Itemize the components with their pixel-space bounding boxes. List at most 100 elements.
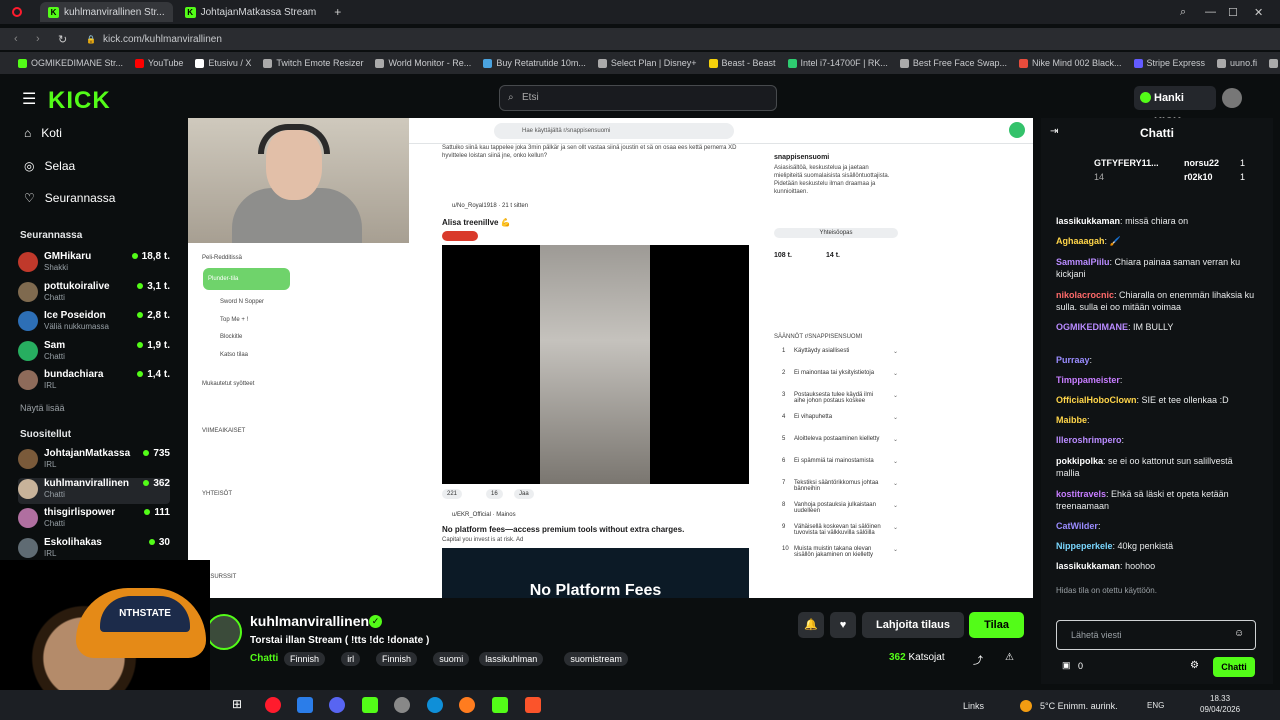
post1-author[interactable]: u/No_Royal1918 · 21 t sitten <box>452 203 528 209</box>
post1-votes[interactable]: 221 <box>442 489 463 499</box>
stream-tag[interactable]: Finnish <box>376 652 418 666</box>
chat-message[interactable]: kostitravels: Ehkä sä läski et opeta ket… <box>1056 488 1256 512</box>
reddit-nav-item[interactable]: Blockitle <box>220 334 242 340</box>
language-indicator[interactable]: ENG <box>1147 701 1164 710</box>
collapse-chat-icon[interactable]: ⇥ <box>1050 126 1058 137</box>
rule-item[interactable]: 10 Muista muistin takana olevan sisällön … <box>774 546 898 566</box>
avatar[interactable] <box>1222 88 1242 108</box>
chat-message[interactable]: nikolacrocnic: Chiaralla on enemmän liha… <box>1056 289 1256 313</box>
bookmark-item[interactable]: YouTube <box>135 58 183 68</box>
stream-tag[interactable]: lassikuhlman <box>479 652 544 666</box>
bookmark-item[interactable]: Best Free Face Swap... <box>899 58 1007 68</box>
clock[interactable]: 18.33 09/04/2026 <box>1200 693 1240 715</box>
stream-tag[interactable]: suomistream <box>564 652 628 666</box>
chat-message[interactable]: CatWilder: <box>1056 520 1256 532</box>
bookmark-item[interactable]: Etusivu / X <box>195 58 251 68</box>
chat-username[interactable]: SammalPiilu <box>1056 257 1110 267</box>
show-more-link[interactable]: Näytä lisää <box>20 403 65 413</box>
chat-settings-icon[interactable]: ⚙ <box>1190 660 1199 671</box>
bookmark-item[interactable]: Stripe Express <box>1133 58 1205 68</box>
chat-message[interactable]: Purraay: <box>1056 354 1256 366</box>
channel-item[interactable]: Sam Chatti 1,9 t. <box>18 340 170 366</box>
chat-message[interactable]: Timppameister: <box>1056 374 1256 386</box>
app-taskbar-icon[interactable] <box>492 697 508 713</box>
chat-username[interactable]: Maibbe <box>1056 415 1087 425</box>
opera-taskbar-icon[interactable] <box>265 697 281 713</box>
chat-username[interactable]: Purraay <box>1056 355 1090 365</box>
rule-item[interactable]: 8 Vanhoja postauksia julkaistaan uudellee… <box>774 502 898 522</box>
channel-item[interactable]: JohtajanMatkassa IRL 735 <box>18 448 170 474</box>
rule-item[interactable]: 6 Ei spämmiä tai mainostamista ⌄ <box>774 458 898 478</box>
video-player[interactable]: Hae käyttäjältä r/snappisensuomi Plunder… <box>188 118 1033 598</box>
firefox-icon[interactable] <box>459 697 475 713</box>
menu-icon[interactable]: ☰ <box>22 89 36 109</box>
links-label[interactable]: Links <box>963 701 984 711</box>
close-icon[interactable]: ✕ <box>1254 6 1263 19</box>
post1-title[interactable]: Alisa treenillve 💪 <box>442 218 511 227</box>
nav-browse[interactable]: ◎ Selaa <box>24 159 75 173</box>
post2-title[interactable]: No platform fees—access premium tools wi… <box>442 525 684 534</box>
bookmark-item[interactable]: Nike Mind 002 Black... <box>1018 58 1122 68</box>
url-input[interactable]: kick.com/kuhlmanvirallinen <box>103 34 222 45</box>
subscribe-button[interactable]: Tilaa <box>969 612 1024 638</box>
stream-tag[interactable]: Finnish <box>284 652 326 666</box>
bookmark-item[interactable]: Select Plan | Disney+ <box>597 58 697 68</box>
chat-username[interactable]: kostitravels <box>1056 489 1106 499</box>
post2-author[interactable]: u/EKR_Official · Mainos <box>452 512 516 518</box>
bookmark-item[interactable]: Beast - Beast <box>708 58 776 68</box>
follow-heart-icon[interactable]: ♥ <box>830 612 856 638</box>
reload-icon[interactable]: ↻ <box>58 33 67 46</box>
channel-item[interactable]: kuhlmanvirallinen Chatti 362 <box>18 477 170 504</box>
weather-text[interactable]: 5°C Enimm. aurink. <box>1040 701 1118 711</box>
streamer-avatar[interactable] <box>206 614 242 650</box>
channel-item[interactable]: GMHikaru Shakki 18,8 t. <box>18 251 170 277</box>
bookmark-item[interactable]: Osta Retatrutides | T... <box>1269 58 1280 68</box>
browser-tab[interactable]: K JohtajanMatkassa Stream <box>177 2 325 22</box>
kick-logo[interactable]: KICK <box>48 87 111 115</box>
rule-item[interactable]: 2 Ei mainontaa tai yksityistietoja ⌄ <box>774 370 898 390</box>
chat-message[interactable]: lassikukkaman: missä chiara on <box>1056 215 1256 227</box>
start-icon[interactable]: ⊞ <box>232 697 248 713</box>
chat-username[interactable]: lassikukkaman <box>1056 216 1120 226</box>
chat-message[interactable]: Illeroshrimpero: <box>1056 434 1256 446</box>
bookmark-item[interactable]: OGMIKEDIMANE Str... <box>18 58 123 68</box>
points-icon[interactable]: ▣ <box>1062 660 1071 671</box>
chat-message[interactable]: OGMIKEDIMANE: IM BULLY <box>1056 321 1256 333</box>
chat-username[interactable]: Nippeperkele <box>1056 541 1113 551</box>
app-taskbar-icon[interactable] <box>297 697 313 713</box>
brave-icon[interactable] <box>525 697 541 713</box>
reddit-game-card[interactable]: Plunder-tila <box>203 268 290 290</box>
post2-image[interactable]: No Platform Fees <box>442 548 749 598</box>
reddit-nav-item[interactable]: Katso tilaa <box>220 352 248 358</box>
gift-subscription-button[interactable]: Lahjoita tilaus <box>862 612 964 638</box>
chat-message[interactable]: pokkipolka: se ei oo kattonut sun salill… <box>1056 455 1256 479</box>
maximize-icon[interactable]: ☐ <box>1228 6 1238 19</box>
app-taskbar-icon[interactable] <box>362 697 378 713</box>
rule-item[interactable]: 7 Tekstiksi sääntörikkomus johtaa bänneih… <box>774 480 898 500</box>
reddit-nav-item[interactable]: Sword N Sopper <box>220 299 264 305</box>
streamer-name[interactable]: kuhlmanvirallinen <box>250 613 369 629</box>
rule-item[interactable]: 1 Käyttäydy asiallisesti ⌄ <box>774 348 898 368</box>
reddit-avatar[interactable] <box>1009 122 1025 138</box>
search-input[interactable]: Etsi <box>499 85 777 111</box>
channel-item[interactable]: bundachiara IRL 1,4 t. <box>18 369 170 395</box>
chat-username[interactable]: OGMIKEDIMANE <box>1056 322 1128 332</box>
chat-username[interactable]: CatWilder <box>1056 521 1098 531</box>
opera-icon[interactable] <box>12 7 22 17</box>
rule-item[interactable]: 4 Ei vihapuhetta ⌄ <box>774 414 898 434</box>
channel-item[interactable]: Ice Poseidon Väliä nukkumassa 2,8 t. <box>18 310 170 336</box>
nav-home[interactable]: ⌂ Koti <box>24 126 62 140</box>
search-tabs-icon[interactable]: ⌕ <box>1180 6 1186 19</box>
join-button[interactable]: Yhteisöopas <box>774 228 898 238</box>
chat-message[interactable]: OfficialHoboClown: SIE et tee ollenkaa :… <box>1056 394 1256 406</box>
stream-tag[interactable]: suomi <box>433 652 470 666</box>
bookmark-item[interactable]: Buy Retatrutide 10m... <box>483 58 586 68</box>
post1-share[interactable]: Jaa <box>514 489 534 499</box>
new-tab-icon[interactable]: + <box>334 5 341 19</box>
browser-tab-active[interactable]: K kuhlmanvirallinen Str... <box>40 2 173 22</box>
reddit-nav-item[interactable]: Top Me + ! <box>220 317 248 323</box>
chat-message[interactable]: SammalPiilu: Chiara painaa saman verran … <box>1056 256 1256 280</box>
chat-message[interactable]: Aghaaagah: 🖌️ <box>1056 235 1256 247</box>
rule-item[interactable]: 3 Postauksesta tulee käydä ilmi aihe joho… <box>774 392 898 412</box>
chat-username[interactable]: pokkipolka <box>1056 456 1103 466</box>
